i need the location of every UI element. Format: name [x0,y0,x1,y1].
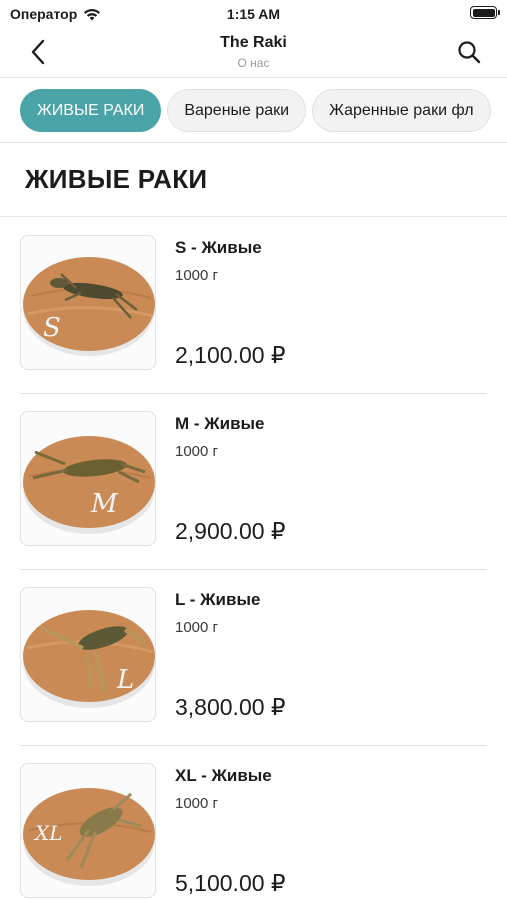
product-price: 2,100.00 ₽ [175,342,286,368]
product-price: 2,900.00 ₽ [175,518,286,544]
search-icon [458,41,481,64]
product-price: 3,800.00 ₽ [175,694,286,720]
tab-fried-crayfish[interactable]: Жаренные раки фл [312,89,491,132]
clock: 1:15 AM [226,6,281,22]
product-item[interactable]: XL XL - Живые 1000 г 5,100.00 ₽ [0,746,507,900]
page-title: The Raki [220,34,287,51]
chevron-left-icon [31,39,45,65]
search-button[interactable] [453,36,485,68]
product-weight: 1000 г [175,795,219,812]
product-item[interactable]: L L - Живые 1000 г 3,800.00 ₽ [0,570,507,746]
svg-text:M: M [90,489,119,519]
section-title: ЖИВЫЕ РАКИ [25,164,208,194]
product-price: 5,100.00 ₽ [175,870,286,896]
nav-titles: The Raki О нас [100,34,407,70]
divider [0,216,507,217]
product-weight: 1000 г [175,619,219,636]
product-image: S [20,235,156,370]
tab-live-crayfish[interactable]: ЖИВЫЕ РАКИ [20,89,162,132]
svg-text:L: L [116,665,134,695]
product-image: XL [20,763,156,898]
status-bar: Оператор 1:15 AM [0,0,507,28]
product-weight: 1000 г [175,443,219,460]
product-item[interactable]: S S - Живые 1000 г 2,100.00 ₽ [0,218,507,394]
tab-boiled-crayfish[interactable]: Вареные раки [167,89,307,132]
category-tabs: ЖИВЫЕ РАКИ Вареные раки Жаренные раки фл [0,89,507,133]
product-name: S - Живые [175,238,262,257]
back-button[interactable] [22,36,54,68]
product-name: L - Живые [175,590,261,609]
product-list: S S - Живые 1000 г 2,100.00 ₽ M M - Живы… [0,218,507,900]
product-name: XL - Живые [175,766,272,785]
about-link[interactable]: О нас [100,56,407,70]
product-name: M - Живые [175,414,265,433]
product-image: M [20,411,156,546]
product-weight: 1000 г [175,267,219,284]
battery-icon [470,6,500,19]
product-image: L [20,587,156,722]
product-item[interactable]: M M - Живые 1000 г 2,900.00 ₽ [0,394,507,570]
navigation-bar: The Raki О нас [0,28,507,78]
svg-text:XL: XL [33,821,63,845]
divider [0,142,507,143]
svg-text:S: S [43,313,61,343]
